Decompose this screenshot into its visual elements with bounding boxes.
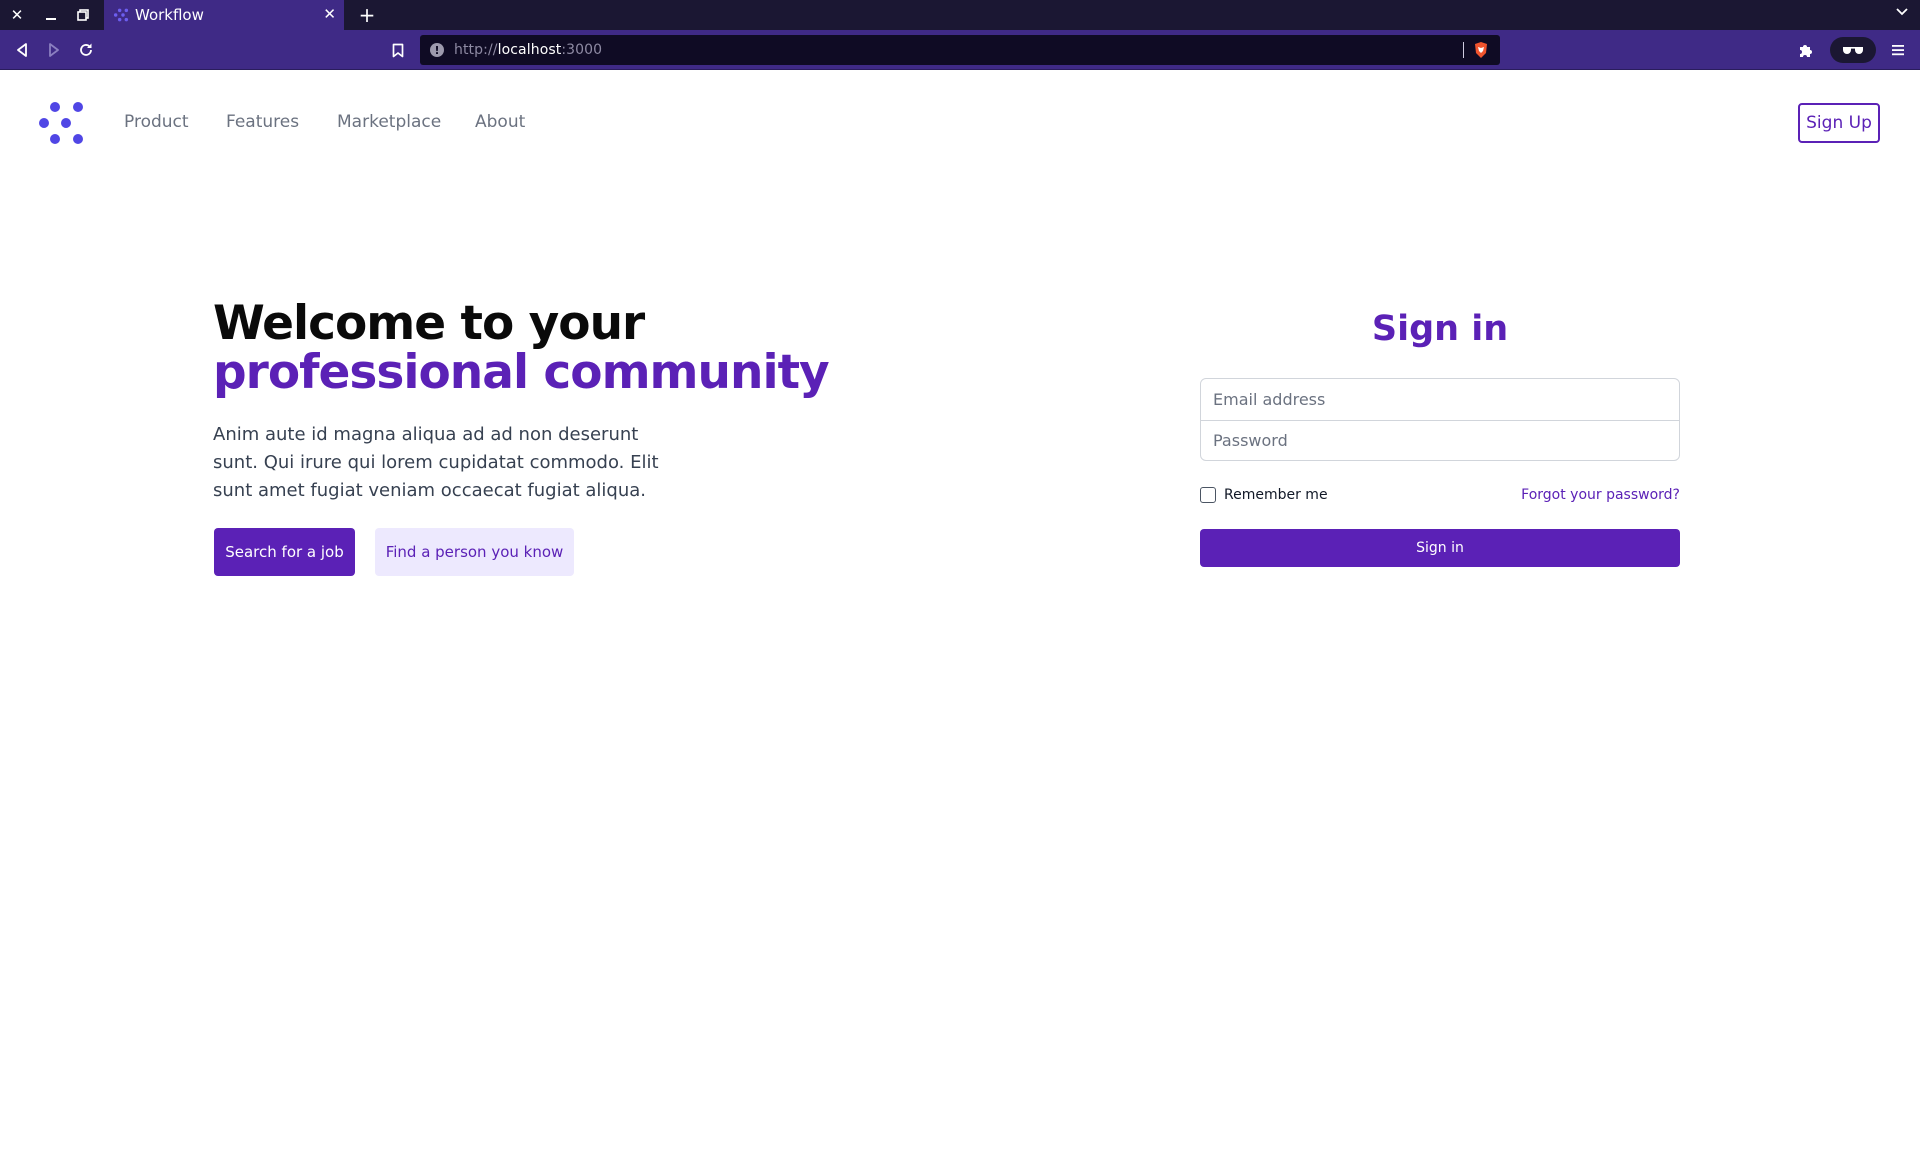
sign-in-title: Sign in	[1371, 309, 1509, 349]
hero-title: Welcome to your professional community	[213, 296, 830, 400]
credentials-field-group	[1200, 378, 1680, 461]
url-divider	[1463, 42, 1464, 58]
sign-up-button[interactable]: Sign Up	[1798, 103, 1880, 143]
remember-me-checkbox[interactable]	[1200, 487, 1216, 503]
nav-link-features[interactable]: Features	[226, 112, 299, 132]
reader-glasses-icon[interactable]	[1830, 37, 1876, 63]
nav-link-product[interactable]: Product	[124, 112, 189, 132]
browser-toolbar: ! http://localhost:3000	[0, 30, 1920, 70]
browser-tab-bar: ✕ Workflow ✕ +	[0, 0, 1920, 30]
new-tab-plus-icon[interactable]: +	[352, 0, 382, 30]
password-field[interactable]	[1201, 420, 1679, 460]
bookmark-icon[interactable]	[388, 39, 408, 61]
find-person-button[interactable]: Find a person you know	[375, 528, 574, 576]
hero-title-line2: professional community	[213, 345, 830, 400]
hero-title-line1: Welcome to your	[213, 296, 645, 351]
forgot-password-link[interactable]: Forgot your password?	[1480, 487, 1680, 503]
reload-icon[interactable]	[75, 39, 97, 61]
workflow-favicon-icon	[113, 8, 129, 22]
close-window-icon[interactable]: ✕	[2, 0, 32, 30]
url-text[interactable]: http://localhost:3000	[454, 42, 602, 58]
tab-title: Workflow	[135, 6, 204, 24]
minimize-icon[interactable]	[36, 0, 66, 30]
browser-tab[interactable]: Workflow ✕	[104, 0, 344, 30]
back-arrow-icon[interactable]	[11, 39, 33, 61]
brave-shield-icon[interactable]	[1472, 41, 1490, 59]
nav-link-marketplace[interactable]: Marketplace	[337, 112, 441, 132]
site-navbar: Product Features Marketplace About Sign …	[0, 71, 1920, 175]
web-page: Product Features Marketplace About Sign …	[0, 71, 1920, 1168]
remember-me-label[interactable]: Remember me	[1224, 487, 1328, 503]
search-job-button[interactable]: Search for a job	[214, 528, 355, 576]
forward-arrow-icon[interactable]	[43, 39, 65, 61]
workflow-logo-icon[interactable]	[38, 101, 86, 145]
address-bar[interactable]: ! http://localhost:3000	[420, 35, 1500, 65]
site-info-icon[interactable]: !	[430, 43, 444, 57]
restore-icon[interactable]	[68, 0, 98, 30]
hamburger-menu-icon[interactable]	[1888, 40, 1908, 60]
sign-in-button[interactable]: Sign in	[1200, 529, 1680, 567]
hero-description: Anim aute id magna aliqua ad ad non dese…	[213, 424, 659, 501]
tab-close-icon[interactable]: ✕	[323, 5, 336, 23]
nav-link-about[interactable]: About	[475, 112, 525, 132]
email-field[interactable]	[1201, 379, 1679, 419]
extensions-puzzle-icon[interactable]	[1796, 40, 1816, 60]
tab-menu-chevron-down-icon[interactable]	[1896, 5, 1908, 21]
